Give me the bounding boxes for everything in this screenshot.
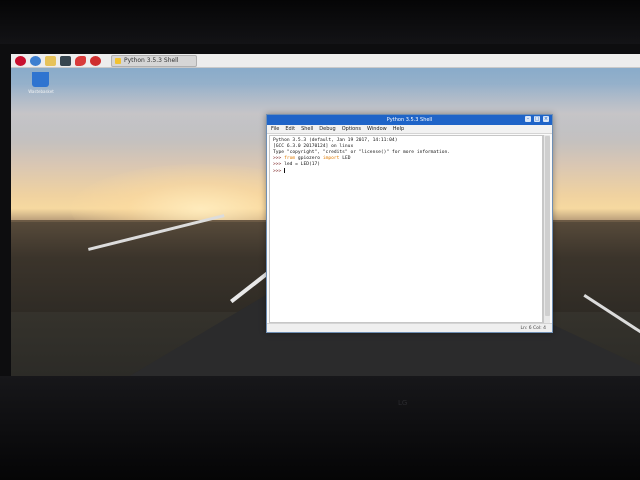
shell-prompt: >>> <box>273 162 285 167</box>
window-controls: – □ × <box>525 116 549 122</box>
wastebasket-label: Wastebasket <box>28 89 54 94</box>
file-manager-icon[interactable] <box>45 55 56 66</box>
text-cursor <box>284 168 286 173</box>
wastebasket-icon[interactable] <box>32 72 49 87</box>
monitor-brand-logo: LG <box>398 399 408 407</box>
window-menubar: File Edit Shell Debug Options Window Hel… <box>267 125 552 134</box>
python-icon <box>115 57 121 64</box>
taskbar-item-label: Python 3.5.3 Shell <box>124 57 179 64</box>
minimize-button[interactable]: – <box>525 116 531 122</box>
terminal-icon[interactable] <box>60 55 71 66</box>
keyword: import <box>322 156 340 161</box>
shell-prompt: >>> <box>273 156 285 161</box>
window-titlebar[interactable]: Python 3.5.3 Shell – □ × <box>267 115 552 125</box>
menu-edit[interactable]: Edit <box>285 126 295 132</box>
cursor-position: Ln: 6 Col: 4 <box>520 325 546 331</box>
maximize-button[interactable]: □ <box>534 116 540 122</box>
close-button[interactable]: × <box>543 116 549 122</box>
menu-help[interactable]: Help <box>393 126 404 132</box>
monitor-bezel-bottom <box>0 376 640 480</box>
python-shell-window: Python 3.5.3 Shell – □ × File Edit Shell… <box>266 114 553 333</box>
scrollbar-thumb[interactable] <box>545 136 550 316</box>
wolfram-icon[interactable] <box>90 55 101 66</box>
raspberry-menu-icon[interactable] <box>15 55 26 66</box>
monitor-bezel-top <box>0 0 640 44</box>
menu-options[interactable]: Options <box>342 126 361 132</box>
vertical-scrollbar[interactable] <box>543 135 550 323</box>
shell-prompt: >>> <box>273 169 285 174</box>
menu-file[interactable]: File <box>271 126 279 132</box>
window-title: Python 3.5.3 Shell <box>386 117 433 123</box>
menu-debug[interactable]: Debug <box>319 126 335 132</box>
taskbar-item-python-shell[interactable]: Python 3.5.3 Shell <box>111 54 197 67</box>
shell-text: led = LED(17) <box>284 162 321 167</box>
shell-text: LED <box>339 156 351 161</box>
menu-shell[interactable]: Shell <box>301 126 313 132</box>
keyword: from <box>284 156 296 161</box>
status-bar: Ln: 6 Col: 4 <box>267 323 552 332</box>
mathematica-icon[interactable] <box>75 55 86 66</box>
shell-text: Type "copyright", "credits" or "license(… <box>273 150 451 155</box>
shell-line: >>> <box>273 168 539 175</box>
shell-text: gpiozero <box>295 156 323 161</box>
browser-icon[interactable] <box>30 55 41 66</box>
taskbar: Python 3.5.3 Shell <box>11 54 640 68</box>
shell-text-area[interactable]: Python 3.5.3 (default, Jan 19 2017, 14:1… <box>269 135 543 323</box>
menu-window[interactable]: Window <box>367 126 387 132</box>
